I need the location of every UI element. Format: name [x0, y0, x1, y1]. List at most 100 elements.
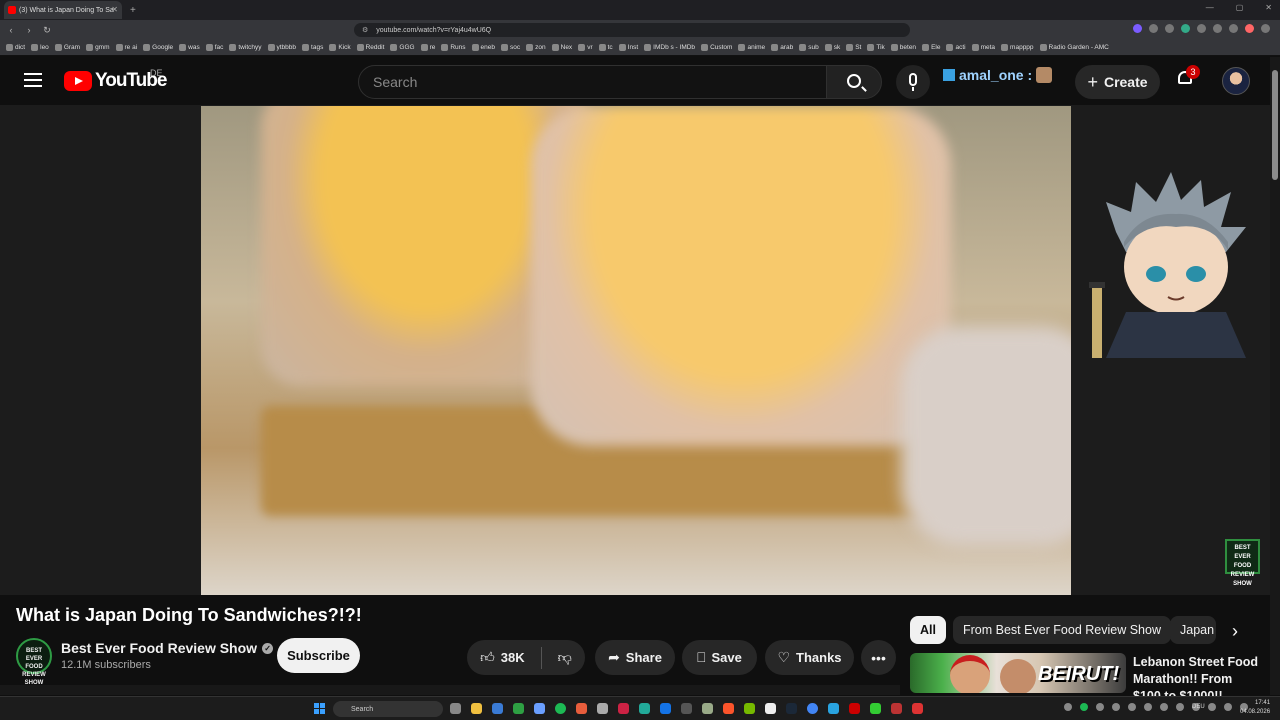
chrome-icon[interactable]: [807, 703, 818, 714]
tray-icon[interactable]: [1160, 703, 1168, 711]
app-icon[interactable]: [765, 703, 776, 714]
bookmark-item[interactable]: sub: [799, 44, 819, 51]
app-icon[interactable]: [492, 703, 503, 714]
tray-icon[interactable]: [1224, 703, 1232, 711]
bookmark-item[interactable]: soc: [501, 44, 520, 51]
forward-icon[interactable]: ›: [22, 25, 36, 35]
site-info-icon[interactable]: ⚙: [362, 26, 368, 34]
minimize-icon[interactable]: —: [1206, 3, 1214, 12]
extension-icon[interactable]: [1229, 24, 1238, 33]
bookmark-item[interactable]: Inst: [618, 44, 638, 51]
like-count[interactable]: 38K: [501, 650, 525, 665]
tray-icon[interactable]: [1144, 703, 1152, 711]
chip-japan[interactable]: Japan: [1170, 616, 1216, 644]
tab-close-icon[interactable]: ✕: [111, 5, 118, 14]
app-icon[interactable]: [597, 703, 608, 714]
bookmark-item[interactable]: tc: [598, 44, 613, 51]
thumbs-up-icon[interactable]: 👍︎: [480, 649, 495, 666]
subscribe-button[interactable]: Subscribe: [277, 638, 360, 673]
bookmark-item[interactable]: zon: [526, 44, 546, 51]
menu-icon[interactable]: [24, 73, 42, 87]
tray-icon[interactable]: [1112, 703, 1120, 711]
bookmark-item[interactable]: Reddit: [356, 44, 384, 51]
search-input[interactable]: Search: [358, 65, 828, 99]
chevron-right-icon[interactable]: ›: [1224, 620, 1246, 642]
steam-icon[interactable]: [786, 703, 797, 714]
app-icon[interactable]: [681, 703, 692, 714]
tray-icon[interactable]: [1096, 703, 1104, 711]
extension-icon[interactable]: [1133, 24, 1142, 33]
app-icon[interactable]: [576, 703, 587, 714]
bookmark-item[interactable]: Gram: [54, 44, 80, 51]
search-button[interactable]: [826, 65, 882, 99]
video-player[interactable]: [201, 106, 1071, 595]
bookmark-item[interactable]: Runs: [441, 44, 466, 51]
bookmark-item[interactable]: IMDb s - IMDb: [644, 44, 695, 51]
app-icon[interactable]: [828, 703, 839, 714]
share-button[interactable]: ➦ Share: [595, 640, 675, 675]
extension-icon[interactable]: [1213, 24, 1222, 33]
chip-all[interactable]: All: [910, 616, 946, 644]
app-icon[interactable]: [639, 703, 650, 714]
tray-icon[interactable]: [1064, 703, 1072, 711]
app-icon[interactable]: [513, 703, 524, 714]
bookmark-item[interactable]: fac: [205, 44, 223, 51]
more-actions-button[interactable]: •••: [861, 640, 896, 675]
bookmark-item[interactable]: arab: [771, 44, 793, 51]
thumbs-down-icon[interactable]: 👎︎: [558, 649, 572, 666]
spotify-icon[interactable]: [555, 703, 566, 714]
bookmark-item[interactable]: vr: [578, 44, 593, 51]
extension-icon[interactable]: [1165, 24, 1174, 33]
bookmark-item[interactable]: eneb: [471, 44, 495, 51]
tray-icon[interactable]: [1176, 703, 1184, 711]
bookmark-item[interactable]: re ai: [115, 44, 137, 51]
maximize-icon[interactable]: ▢: [1236, 3, 1244, 12]
browser-tab[interactable]: (3) What is Japan Doing To Sa ✕: [4, 1, 122, 19]
extension-icon[interactable]: [1245, 24, 1254, 33]
app-icon[interactable]: [618, 703, 629, 714]
voice-search-button[interactable]: [896, 65, 930, 99]
recommendation-thumbnail[interactable]: BEIRUT!: [910, 653, 1126, 693]
bookmark-item[interactable]: Ele: [922, 44, 940, 51]
save-button[interactable]: ⎕ Save: [682, 640, 757, 675]
bookmark-item[interactable]: was: [179, 44, 200, 51]
reload-icon[interactable]: ↻: [40, 25, 54, 36]
bookmark-item[interactable]: beten: [890, 44, 916, 51]
bookmark-item[interactable]: Tik: [867, 44, 885, 51]
bookmark-item[interactable]: acti: [946, 44, 966, 51]
photoshop-icon[interactable]: [660, 703, 671, 714]
bookmark-item[interactable]: meta: [971, 44, 995, 51]
channel-watermark[interactable]: BEST EVER FOOD REVIEW SHOW: [1225, 539, 1260, 587]
bookmark-item[interactable]: St: [846, 44, 861, 51]
app-icon[interactable]: [744, 703, 755, 714]
taskbar-search[interactable]: Search: [333, 701, 443, 717]
menu-icon[interactable]: [1261, 24, 1270, 33]
windows-start-icon[interactable]: [314, 703, 325, 714]
bookmark-item[interactable]: GGG: [390, 44, 415, 51]
channel-name[interactable]: Best Ever Food Review Show: [61, 640, 257, 656]
address-bar[interactable]: ⚙ youtube.com/watch?v=rYaj4u4wU6Q: [354, 23, 910, 37]
account-avatar[interactable]: [1222, 67, 1250, 95]
window-close-icon[interactable]: ✕: [1265, 3, 1272, 12]
bookmark-item[interactable]: Google: [143, 44, 173, 51]
tray-icon[interactable]: [1080, 703, 1088, 711]
bookmark-item[interactable]: Radio Garden - AMC: [1039, 44, 1109, 51]
taskbar-clock[interactable]: 17:41 04.08.2026: [1240, 699, 1270, 717]
brave-icon[interactable]: [723, 703, 734, 714]
app-icon[interactable]: [891, 703, 902, 714]
bookmark-item[interactable]: sk: [824, 44, 840, 51]
scrollbar-thumb[interactable]: [1272, 70, 1278, 180]
notifications-button[interactable]: 3: [1176, 65, 1200, 89]
app-icon[interactable]: [870, 703, 881, 714]
back-icon[interactable]: ‹: [4, 25, 18, 35]
bookmark-item[interactable]: leo: [31, 44, 49, 51]
bookmark-item[interactable]: anime: [738, 44, 765, 51]
file-explorer-icon[interactable]: [471, 703, 482, 714]
bookmark-item[interactable]: re: [420, 44, 435, 51]
channel-avatar[interactable]: BEST EVER FOOD REVIEW SHOW: [16, 638, 52, 686]
chip-from-channel[interactable]: From Best Ever Food Review Show: [953, 616, 1171, 644]
bookmark-item[interactable]: ytbbbb: [267, 44, 296, 51]
bookmark-item[interactable]: gmm: [86, 44, 110, 51]
tray-icon[interactable]: [1208, 703, 1216, 711]
keyboard-language[interactable]: DEU: [1192, 704, 1205, 710]
